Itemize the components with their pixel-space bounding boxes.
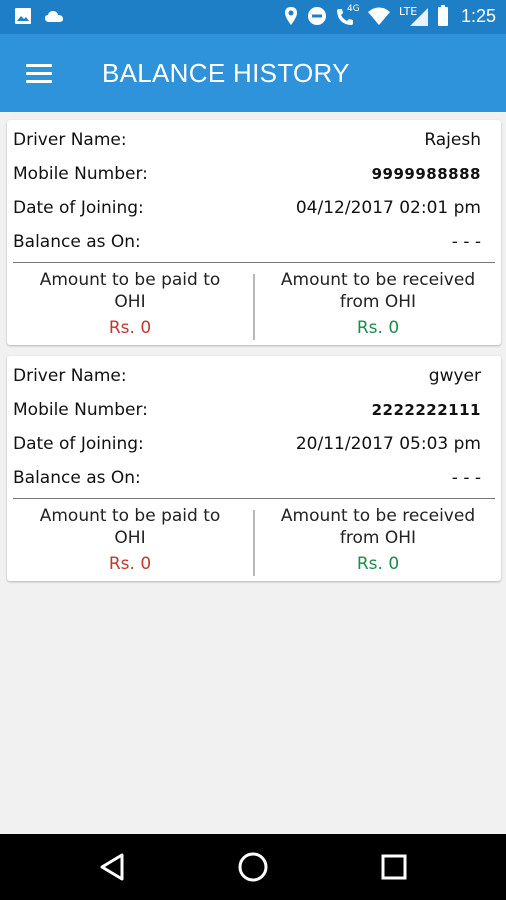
driver-name-value: Rajesh — [424, 130, 481, 150]
balance-card: Driver Name: gwyer Mobile Number: 222222… — [7, 356, 501, 581]
driver-name-row: Driver Name: gwyer — [13, 362, 481, 390]
driver-name-label: Driver Name: — [13, 130, 127, 150]
mobile-label: Mobile Number: — [13, 164, 148, 184]
mobile-label: Mobile Number: — [13, 400, 148, 420]
received-label: Amount to be received from OHI — [280, 270, 476, 312]
home-icon[interactable] — [236, 850, 270, 884]
clock: 1:25 — [460, 5, 496, 26]
mobile-value: 2222222111 — [371, 401, 481, 419]
balance-row: Balance as On: - - - — [13, 228, 481, 256]
driver-name-label: Driver Name: — [13, 366, 127, 386]
mobile-value: 9999988888 — [371, 165, 481, 183]
joining-value: 04/12/2017 02:01 pm — [295, 198, 481, 218]
received-amount: Rs. 0 — [356, 318, 400, 338]
paid-label: Amount to be paid to OHI — [39, 270, 221, 312]
battery-icon — [437, 5, 448, 26]
paid-label: Amount to be paid to OHI — [39, 506, 221, 548]
hamburger-menu-icon[interactable] — [20, 54, 60, 94]
recents-icon[interactable] — [377, 850, 411, 884]
mobile-row: Mobile Number: 9999988888 — [13, 160, 481, 188]
balance-label: Balance as On: — [13, 468, 141, 488]
received-column: Amount to be received from OHI Rs. 0 — [255, 505, 501, 575]
image-icon — [15, 8, 31, 24]
paid-amount: Rs. 0 — [108, 554, 152, 574]
status-bar: 4G LTE 1:25 — [0, 0, 506, 34]
divider — [13, 262, 495, 263]
joining-row: Date of Joining: 04/12/2017 02:01 pm — [13, 194, 481, 222]
location-icon — [284, 7, 297, 25]
received-column: Amount to be received from OHI Rs. 0 — [255, 269, 501, 339]
4g-label: 4G — [346, 4, 360, 14]
wifi-icon — [367, 7, 390, 25]
app-bar: BALANCE HISTORY — [0, 34, 506, 112]
back-icon[interactable] — [96, 850, 130, 884]
paid-column: Amount to be paid to OHI Rs. 0 — [7, 269, 253, 339]
joining-label: Date of Joining: — [13, 198, 144, 218]
wifi-calling-icon: 4G — [335, 4, 360, 27]
balance-card: Driver Name: Rajesh Mobile Number: 99999… — [7, 120, 501, 345]
joining-label: Date of Joining: — [13, 434, 144, 454]
balance-value: - - - — [451, 232, 481, 252]
balance-row: Balance as On: - - - — [13, 464, 481, 492]
paid-column: Amount to be paid to OHI Rs. 0 — [7, 505, 253, 575]
driver-name-row: Driver Name: Rajesh — [13, 126, 481, 154]
joining-row: Date of Joining: 20/11/2017 05:03 pm — [13, 430, 481, 458]
paid-amount: Rs. 0 — [108, 318, 152, 338]
received-label: Amount to be received from OHI — [280, 506, 476, 548]
do-not-disturb-icon — [307, 7, 326, 25]
received-amount: Rs. 0 — [356, 554, 400, 574]
navigation-bar — [0, 834, 506, 900]
divider — [13, 498, 495, 499]
balance-value: - - - — [451, 468, 481, 488]
balance-list: Driver Name: Rajesh Mobile Number: 99999… — [0, 112, 506, 834]
cloud-icon — [45, 11, 63, 22]
lte-signal-icon: LTE — [399, 5, 429, 27]
mobile-row: Mobile Number: 2222222111 — [13, 396, 481, 424]
joining-value: 20/11/2017 05:03 pm — [295, 434, 481, 454]
page-title: BALANCE HISTORY — [102, 58, 350, 88]
driver-name-value: gwyer — [428, 366, 481, 386]
balance-label: Balance as On: — [13, 232, 141, 252]
